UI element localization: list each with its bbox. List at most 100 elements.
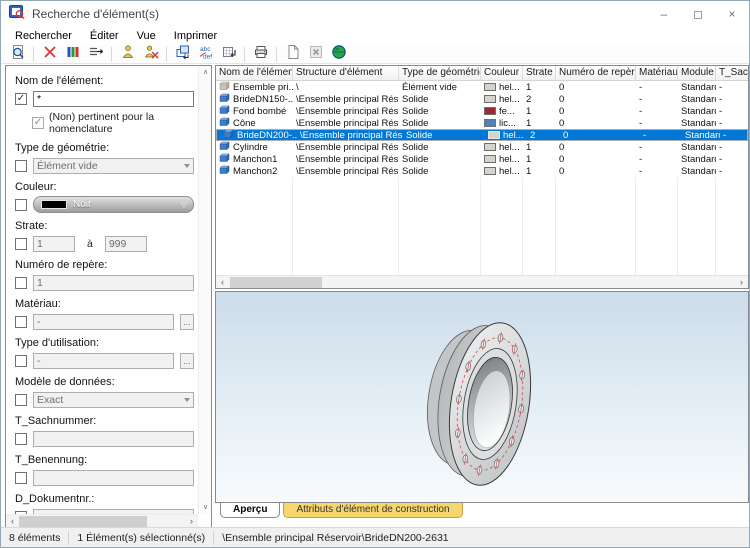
strate-cell: 1 (523, 105, 556, 117)
column-header-4[interactable]: Couleur (481, 66, 523, 80)
toolbar-button-color-bars[interactable] (61, 45, 84, 64)
menu-item-1[interactable]: Rechercher (6, 29, 81, 43)
material-checkbox[interactable] (15, 316, 27, 328)
column-header-6[interactable]: Numéro de repère (556, 66, 636, 80)
search-elements-window: Recherche d'élément(s) – ◻ × RechercherÉ… (0, 0, 750, 548)
geometry-type-checkbox[interactable] (15, 160, 27, 172)
material-browse-button[interactable]: ... (180, 314, 194, 330)
column-header-2[interactable]: Structure d'élément (293, 66, 399, 80)
layer-range-separator: à (87, 238, 93, 250)
geometry-type-cell: Solide (399, 93, 481, 105)
menu-item-4[interactable]: Imprimer (165, 29, 226, 43)
table-horizontal-scrollbar[interactable]: ‹ › (216, 275, 748, 288)
window-title: Recherche d'élément(s) (32, 7, 159, 21)
repere-cell: 0 (556, 105, 636, 117)
t-benennung-checkbox[interactable] (15, 472, 27, 484)
color-checkbox[interactable] (15, 199, 27, 211)
tab-apercu[interactable]: Aperçu (220, 503, 280, 518)
column-header-8[interactable]: Module (678, 66, 716, 80)
layer-from-input[interactable]: 1 (33, 236, 75, 252)
preview-viewport[interactable] (215, 291, 749, 503)
toolbar-button-excel-disabled[interactable] (304, 45, 327, 64)
color-swatch (484, 167, 496, 175)
column-header-7[interactable]: Matériau (636, 66, 678, 80)
element-solid-icon (219, 141, 230, 153)
layer-checkbox[interactable] (15, 238, 27, 250)
toolbar-button-delete-x[interactable] (38, 45, 61, 64)
data-model-value: Exact (37, 394, 63, 406)
toolbar-button-person-delete[interactable] (139, 45, 162, 64)
usage-type-input[interactable]: - (33, 353, 174, 369)
usage-type-browse-button[interactable]: ... (180, 353, 194, 369)
color-cell: hel... (481, 153, 523, 165)
column-header-5[interactable]: Strate (523, 66, 556, 80)
column-header-9[interactable]: T_Sac (716, 66, 749, 80)
tab-attributs[interactable]: Attributs d'élément de construction (283, 503, 462, 518)
usage-type-checkbox[interactable] (15, 355, 27, 367)
color-name: hel... (499, 166, 520, 177)
layer-to-input[interactable]: 999 (105, 236, 147, 252)
nomenclature-relevant-checkbox[interactable]: ✓ (32, 117, 44, 129)
element-name-input[interactable]: * (33, 91, 194, 107)
item-number-input[interactable]: 1 (33, 275, 194, 291)
item-number-checkbox[interactable] (15, 277, 27, 289)
filter-panel-horizontal-scrollbar[interactable]: ‹ › (6, 514, 198, 527)
table-row[interactable]: BrideDN150-...\Ensemble principal Rés...… (216, 93, 748, 105)
table-row[interactable]: Cône\Ensemble principal Rés...Solidelic.… (216, 117, 748, 129)
scrollbar-thumb[interactable] (230, 277, 322, 288)
t-benennung-input[interactable] (33, 470, 194, 486)
results-table: Nom de l'élémentStructure d'élémentType … (215, 65, 749, 289)
table-row[interactable]: Manchon2\Ensemble principal Rés...Solide… (216, 165, 748, 177)
element-name-cell: Fond bombé (216, 105, 293, 117)
repere-cell: 0 (556, 141, 636, 153)
structure-cell: \ (293, 81, 399, 93)
table-row[interactable]: Manchon1\Ensemble principal Rés...Solide… (216, 153, 748, 165)
table-row[interactable]: Cylindre\Ensemble principal Rés...Solide… (216, 141, 748, 153)
geometry-type-select[interactable]: Élément vide (33, 158, 194, 174)
scroll-down-icon[interactable]: ∨ (199, 501, 212, 514)
scroll-right-icon[interactable]: › (735, 276, 748, 288)
data-model-select[interactable]: Exact (33, 392, 194, 408)
module-cell: Standard (678, 117, 716, 129)
status-item-2: 1 Élément(s) sélectionné(s) (69, 531, 214, 545)
table-row[interactable]: Fond bombé\Ensemble principal Rés...Soli… (216, 105, 748, 117)
toolbar-button-person[interactable] (116, 45, 139, 64)
status-bar: 8 éléments1 Élément(s) sélectionné(s)\En… (1, 527, 749, 547)
toolbar-button-printer[interactable] (249, 45, 272, 64)
column-header-1[interactable]: Nom de l'élément (216, 66, 293, 80)
minimize-button[interactable]: – (647, 1, 681, 27)
color-swatch (484, 119, 496, 127)
element-name-cell: Ensemble pri... (216, 81, 293, 93)
scroll-up-icon[interactable]: ∧ (199, 66, 212, 79)
module-cell: Standard (678, 165, 716, 177)
geometry-type-cell: Solide (399, 141, 481, 153)
maximize-button[interactable]: ◻ (681, 1, 715, 27)
scrollbar-thumb[interactable] (19, 516, 147, 527)
element-name-checkbox[interactable]: ✓ (15, 93, 27, 105)
material-input[interactable]: - (33, 314, 174, 330)
color-cell: hel... (481, 165, 523, 177)
scroll-left-icon[interactable]: ‹ (216, 276, 229, 288)
data-model-checkbox[interactable] (15, 394, 27, 406)
color-select[interactable]: Noir▽ (33, 196, 194, 213)
toolbar-button-table-insert[interactable] (217, 45, 240, 64)
new-document-icon (285, 44, 301, 65)
geometry-type-label: Type de géométrie: (15, 142, 194, 154)
toolbar-button-copy-windows[interactable] (171, 45, 194, 64)
toolbar-button-list-export[interactable] (84, 45, 107, 64)
t-sachnummer-checkbox[interactable] (15, 433, 27, 445)
toolbar-button-new-document[interactable] (281, 45, 304, 64)
toolbar: abcdef (1, 45, 749, 64)
close-button[interactable]: × (715, 1, 749, 27)
table-row[interactable]: Ensemble pri...\Élément videhel...10-Sta… (216, 81, 748, 93)
column-header-3[interactable]: Type de géométrie (399, 66, 481, 80)
menu-item-2[interactable]: Éditer (81, 29, 128, 43)
toolbar-separator (166, 47, 167, 62)
menu-item-3[interactable]: Vue (128, 29, 165, 43)
t-sachnummer-input[interactable] (33, 431, 194, 447)
toolbar-button-search-results[interactable] (6, 45, 29, 64)
table-row[interactable]: BrideDN200-...\Ensemble principal Rés...… (216, 129, 748, 141)
toolbar-button-rename-abcdef[interactable]: abcdef (194, 45, 217, 64)
filter-panel-vertical-scrollbar[interactable]: ∧ ∨ (198, 66, 211, 514)
toolbar-button-globe[interactable] (327, 45, 350, 64)
